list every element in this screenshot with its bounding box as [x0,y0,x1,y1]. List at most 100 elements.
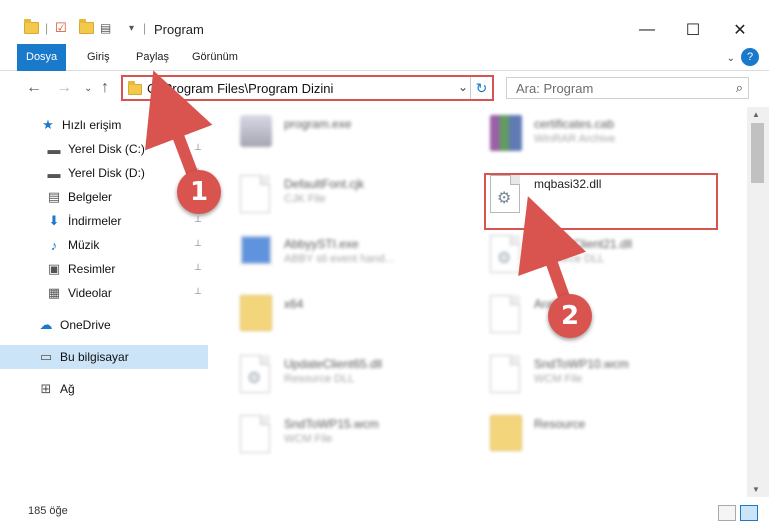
step-marker-1: 1 [177,170,221,214]
close-button[interactable]: ✕ [717,16,763,44]
file-type: WinRAR Archive [534,133,616,145]
status-bar: 185 öğe [0,497,769,531]
sidebar-item-label: Müzik [68,238,100,252]
file-name: AbbyySTI.exe [284,237,359,251]
scroll-down-icon[interactable]: ▼ [752,485,760,494]
vertical-scrollbar[interactable]: ▲ ▼ [747,107,769,497]
sidebar-item-9[interactable]: ▭ Bu bilgisayar [0,345,208,369]
item-count: 185 öğe [28,505,68,517]
sidebar-item-1[interactable]: ▬ Yerel Disk (C:) ⊥ [0,137,208,161]
drive-icon: ▬ [47,141,61,157]
new-folder-icon[interactable] [79,19,94,37]
sidebar-item-10[interactable]: ⊞ Ağ [0,377,208,401]
download-icon: ⬇ [48,213,60,228]
file-item[interactable]: program.exe [224,111,474,163]
document-icon [490,295,522,335]
chevron-down-icon[interactable]: ▾ [129,19,134,37]
pin-icon[interactable]: ⊥ [194,287,202,297]
sidebar-item-5[interactable]: ♪ Müzik ⊥ [0,233,208,257]
quick-access-folder-icon[interactable] [24,19,39,37]
tab-view[interactable]: Görünüm [183,44,247,71]
pin-icon[interactable]: ⊥ [194,215,202,225]
file-type: Resource DLL [284,373,355,385]
scroll-up-icon[interactable]: ▲ [752,110,760,119]
file-item[interactable]: Resource [474,411,724,463]
properties-icon[interactable]: ☑ [55,19,67,37]
file-name: program.exe [284,117,352,131]
navigation-bar: ← → ⌄ ↑ C:\Program Files\Program Dizini … [0,71,769,107]
collapse-ribbon-icon[interactable]: ⌄ [727,53,735,64]
sidebar-item-6[interactable]: ▣ Resimler ⊥ [0,257,208,281]
sidebar-item-label: Ağ [60,382,75,396]
file-item[interactable]: SndToWP10.wcm WCM File [474,351,724,403]
file-name: Resource [534,417,586,431]
file-item[interactable]: ⚙ UpdateClient65.dll Resource DLL [224,351,474,403]
executable-icon [240,115,272,155]
gear-icon: ⚙ [247,370,262,387]
sidebar-item-0[interactable]: ★ Hızlı erişim [0,113,208,137]
file-name: certificates.cab [534,117,615,131]
sidebar-item-label: Videolar [68,286,112,300]
file-name: UpdateClient65.dll [284,357,383,371]
step-marker-2: 2 [548,294,592,338]
forward-button[interactable]: → [56,79,72,97]
ribbon-tabs: Dosya Giriş Paylaş Görünüm ⌄ ? [0,44,769,71]
sidebar-item-4[interactable]: ⬇ İndirmeler ⊥ [0,209,208,233]
sidebar-item-label: Resimler [68,262,116,276]
tab-share[interactable]: Paylaş [127,44,178,71]
file-item[interactable]: x64 [224,291,474,343]
file-item[interactable]: AbbyySTI.exe ABBY sti event hand... [224,231,474,283]
customize-toolbar-icon[interactable]: ▤ [100,19,111,37]
window-title: Program [154,22,204,37]
file-type: CJK File [284,193,326,205]
address-path: C:\Program Files\Program Dizini [147,81,334,96]
sidebar-item-label: Yerel Disk (C:) [68,142,145,156]
file-item[interactable]: DefaultFont.cjk CJK File [224,171,474,223]
address-bar[interactable]: C:\Program Files\Program Dizini ⌄ ↻ [121,75,494,101]
dll-file-icon: ⚙ [240,355,272,395]
file-type: WCM File [284,433,333,445]
up-button[interactable]: ↑ [101,79,109,97]
file-item[interactable]: certificates.cab WinRAR Archive [474,111,724,163]
sidebar-item-2[interactable]: ▬Yerel Disk (D:)⊥ [0,161,208,185]
document-icon [490,355,522,395]
sidebar-item-7[interactable]: ▦ Videolar ⊥ [0,281,208,305]
back-button[interactable]: ← [26,79,42,97]
refresh-button[interactable]: ↻ [470,77,492,99]
computer-icon: ▭ [39,349,53,364]
search-input[interactable]: Ara: Program [516,81,593,96]
network-icon: ⊞ [40,381,52,396]
search-box[interactable]: Ara: Program ⌕ [506,77,749,99]
title-bar: | ☑ ▤ ▾ | Program — ☐ ✕ [0,0,769,44]
file-item[interactable]: ⚙ UpdateClient21.dll Resource DLL [474,231,724,283]
sidebar-item-label: Hızlı erişim [62,118,122,132]
file-item[interactable]: Arabic.cd [474,291,724,343]
folder-icon [128,81,142,95]
pin-icon[interactable]: ⊥ [194,143,202,153]
pin-icon[interactable]: ⊥ [194,239,202,249]
tab-home[interactable]: Giriş [78,44,119,71]
document-icon [240,415,272,455]
cloud-icon: ☁ [39,317,53,332]
documents-icon: ▤ [47,189,61,204]
sidebar-item-8[interactable]: ☁ OneDrive [0,313,208,337]
separator: | [45,21,49,35]
application-icon [240,235,272,275]
file-type: ABBY sti event hand... [284,253,394,265]
search-icon: ⌕ [735,80,743,95]
document-icon [240,175,272,215]
address-dropdown-icon[interactable]: ⌄ [458,80,468,94]
tab-file[interactable]: Dosya [17,44,67,71]
file-item[interactable]: SndToWP15.wcm WCM File [224,411,474,463]
large-icons-view-button[interactable] [740,505,758,521]
highlight-box [484,173,718,230]
scroll-thumb[interactable] [751,123,764,183]
maximize-button[interactable]: ☐ [670,16,716,44]
pin-icon[interactable]: ⊥ [194,263,202,273]
details-view-button[interactable] [718,505,736,521]
minimize-button[interactable]: — [624,16,670,44]
file-list: program.exe certificates.cab WinRAR Archiv… [210,107,747,497]
help-button[interactable]: ? [741,48,759,66]
recent-locations-button[interactable]: ⌄ [84,83,92,94]
file-name: SndToWP10.wcm [534,357,629,371]
